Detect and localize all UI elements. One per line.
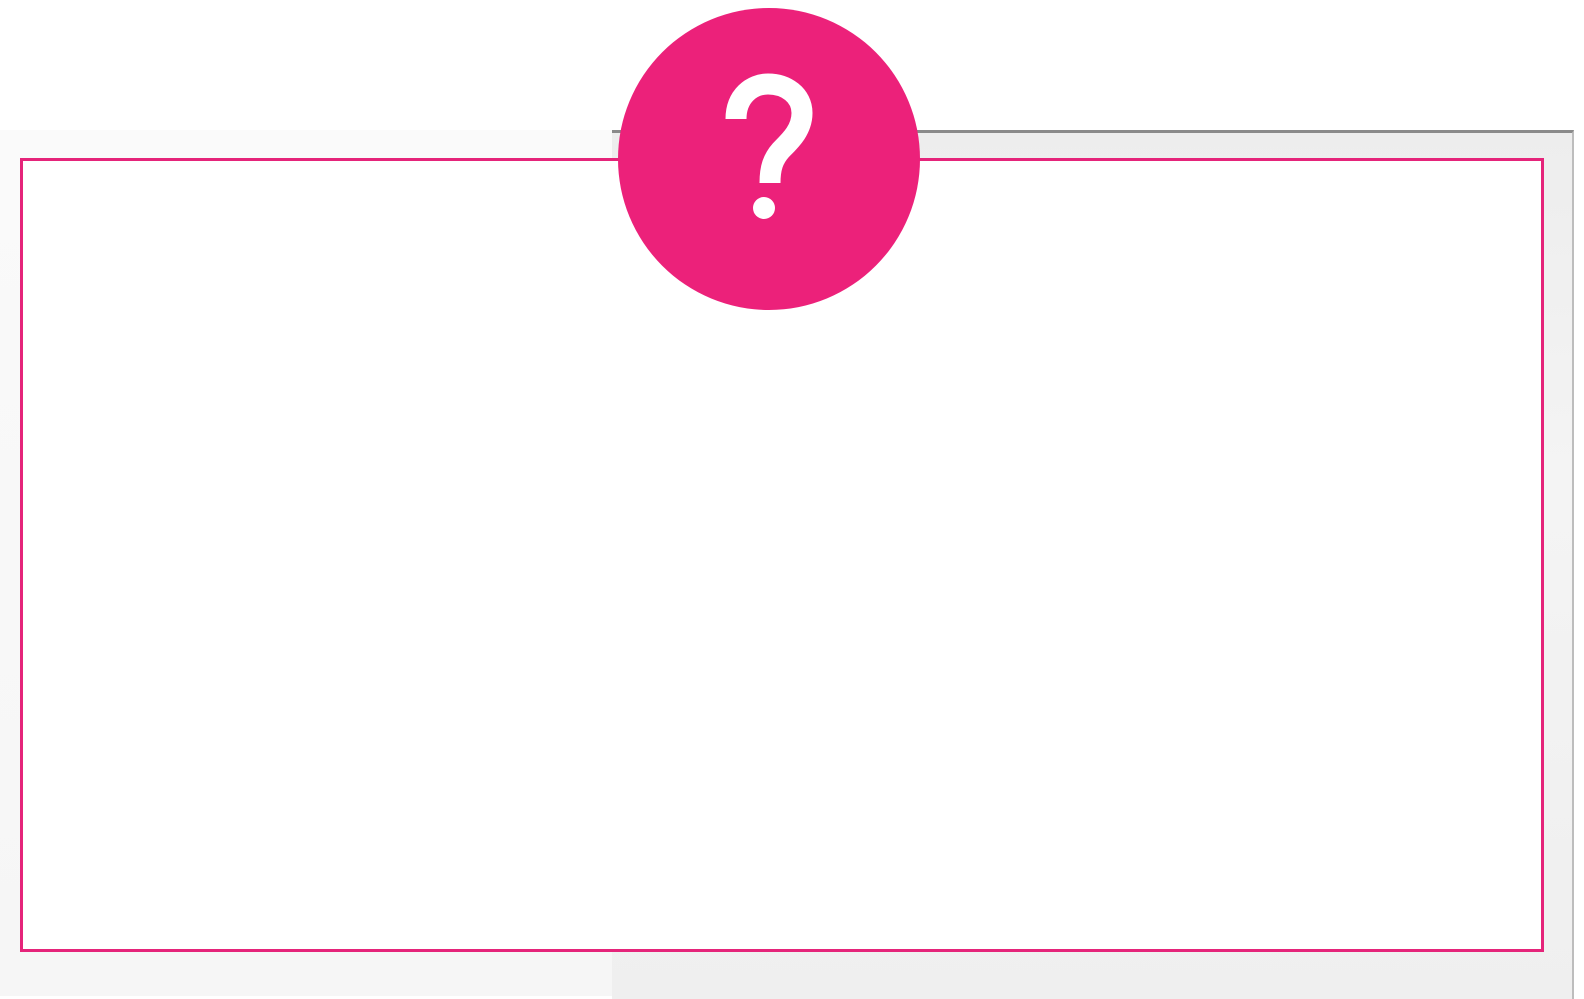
question-mark-icon — [725, 73, 813, 219]
help-badge[interactable] — [618, 8, 920, 310]
